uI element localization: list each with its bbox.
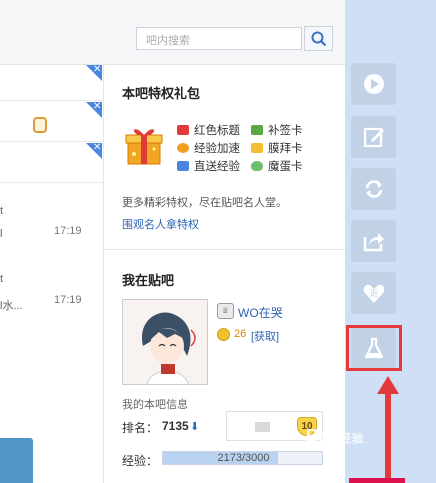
refresh-button[interactable] <box>351 168 396 210</box>
close-icon[interactable]: ✕ <box>86 142 102 159</box>
my-info-label: 我的本吧信息 <box>122 399 188 411</box>
vip-icon: ♕ <box>217 303 234 319</box>
feed-fragment: t <box>0 205 4 217</box>
feed-time: 17:19 <box>54 225 82 237</box>
rank-down-icon: ⬇ <box>190 421 200 433</box>
divider <box>104 249 345 250</box>
gift-small-icon <box>33 117 47 133</box>
feed-column: ✕ ✕ ✕ t l 17:19 t l水... 17:19 <box>0 64 104 483</box>
refresh-icon <box>365 180 383 198</box>
get-coins-link[interactable]: [获取] <box>251 328 279 344</box>
top-bar: 吧内搜索 <box>0 0 345 65</box>
exp-label: 经验： <box>122 454 159 468</box>
privilege-worship-card: 膜拜卡 <box>251 140 303 156</box>
avatar-image <box>123 300 207 384</box>
share-icon <box>363 233 384 252</box>
heart-label: 逛 <box>370 288 378 298</box>
watermark-brand: Bai <box>305 426 337 446</box>
privilege-magic-egg: 魔蛋卡 <box>251 158 303 174</box>
privilege-direct-exp: 直送经验 <box>177 158 240 174</box>
heart-icon: 逛 <box>363 284 385 303</box>
privilege-label: 补签卡 <box>268 125 303 137</box>
feed-fragment: l <box>0 228 3 240</box>
privilege-exp-boost: 经验加速 <box>177 140 240 156</box>
privilege-label: 直送经验 <box>194 161 240 173</box>
worship-card-icon <box>251 143 263 153</box>
close-icon[interactable]: ✕ <box>86 64 102 81</box>
exp-progress-bar: 2173/3000 <box>162 451 323 465</box>
privilege-resign-card: 补签卡 <box>251 122 303 138</box>
privilege-label: 红色标题 <box>194 125 240 137</box>
watermark-sub: 经验 <box>340 433 365 445</box>
arrow-shaft <box>385 392 391 483</box>
red-title-icon <box>177 125 189 135</box>
feed-time: 17:19 <box>54 294 82 306</box>
location-button[interactable] <box>351 63 396 105</box>
coin-count: 26 <box>234 328 247 340</box>
privilege-label: 魔蛋卡 <box>268 161 303 173</box>
magic-egg-icon <box>251 161 263 171</box>
privilege-label: 经验加速 <box>194 143 240 155</box>
list-item[interactable]: ✕ <box>0 64 103 101</box>
close-icon[interactable]: ✕ <box>86 101 102 118</box>
favorite-button[interactable]: 逛 <box>351 272 396 314</box>
edit-icon <box>363 127 384 148</box>
profile-title: 我在贴吧 <box>122 273 175 288</box>
watermark: Bai 经验 <box>305 426 364 447</box>
feed-fragment: l水... <box>0 300 23 312</box>
side-panel: 本吧特权礼包 红色标题 补签卡 经验加速 膜拜卡 直送经验 魔蛋卡 更多精彩特权… <box>104 65 345 483</box>
privilege-title: 本吧特权礼包 <box>122 86 201 101</box>
resign-card-icon <box>251 125 263 135</box>
feed-fragment: t <box>0 273 4 285</box>
rank-label: 排名： <box>122 421 159 435</box>
rank-value: 7135 <box>162 419 189 433</box>
level-name-placeholder <box>255 422 270 432</box>
search-button[interactable] <box>304 26 333 51</box>
right-toolbar: 逛 <box>345 0 436 483</box>
avatar[interactable] <box>122 299 208 385</box>
direct-exp-icon <box>177 161 189 171</box>
list-item[interactable]: ✕ <box>0 142 103 183</box>
gift-box-icon <box>125 129 163 165</box>
exp-progress-text: 2173/3000 <box>217 452 270 464</box>
username[interactable]: WO在哭 <box>238 304 283 321</box>
share-button[interactable] <box>351 220 396 262</box>
search-input[interactable]: 吧内搜索 <box>136 27 302 50</box>
search-icon <box>311 31 327 47</box>
red-tab[interactable] <box>349 478 405 483</box>
edit-button[interactable] <box>351 116 396 158</box>
thumbnail[interactable] <box>0 438 33 483</box>
privilege-description: 更多精彩特权，尽在贴吧名人堂。 <box>122 197 287 209</box>
highlight-box <box>346 325 402 371</box>
celebrity-link[interactable]: 围观名人拿特权 <box>122 216 199 232</box>
exp-boost-icon <box>177 143 189 153</box>
privilege-label: 膜拜卡 <box>268 143 303 155</box>
privilege-red-title: 红色标题 <box>177 122 240 138</box>
list-item[interactable]: ✕ <box>0 101 103 142</box>
coin-icon <box>217 328 230 341</box>
location-icon <box>364 74 384 94</box>
